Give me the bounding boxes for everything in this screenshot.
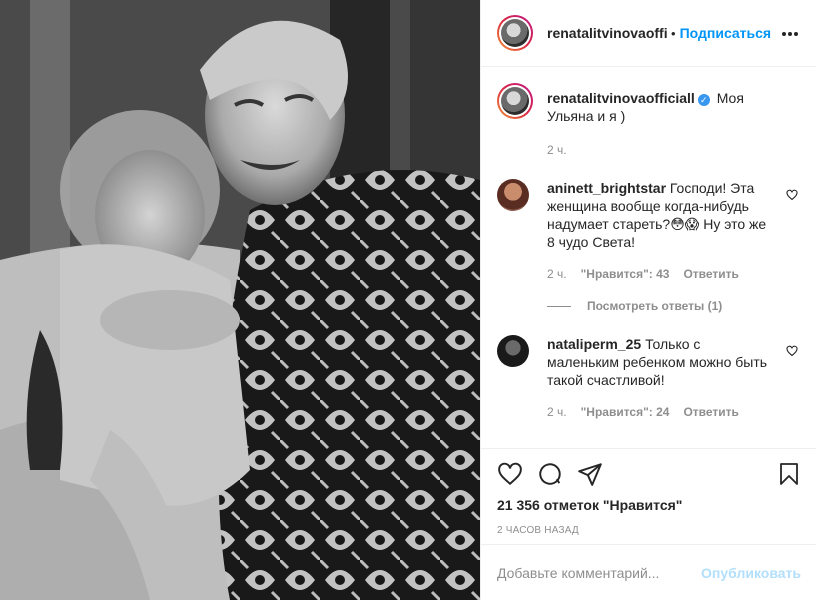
instagram-post: renatalitvinovaofficiall • Подписаться r… — [0, 0, 816, 600]
post-sidebar: renatalitvinovaofficiall • Подписаться r… — [480, 0, 816, 600]
add-comment-bar: Опубликовать — [481, 544, 816, 600]
comment-time[interactable]: 2 ч. — [547, 267, 567, 281]
caption-username[interactable]: renatalitvinovaofficiall — [547, 90, 695, 106]
comment-likes[interactable]: "Нравится": 24 — [581, 405, 670, 419]
header-username[interactable]: renatalitvinovaofficiall — [547, 25, 667, 41]
caption: renatalitvinovaofficiall ✓ Моя Ульяна и я… — [497, 83, 800, 125]
share-icon[interactable] — [577, 461, 603, 487]
commenter-avatar[interactable] — [497, 179, 529, 211]
verified-icon: ✓ — [697, 94, 710, 106]
header-dot: • — [671, 25, 676, 41]
follow-button[interactable]: Подписаться — [680, 25, 772, 41]
post-date[interactable]: 2 часов назад — [497, 525, 801, 536]
commenter-avatar[interactable] — [497, 335, 529, 367]
post-header: renatalitvinovaofficiall • Подписаться — [481, 0, 816, 67]
more-icon[interactable] — [782, 24, 798, 44]
reply-button[interactable]: Ответить — [683, 405, 738, 419]
caption-avatar[interactable] — [497, 83, 533, 119]
heart-icon[interactable] — [497, 461, 523, 487]
caption-text: renatalitvinovaofficiall ✓ Моя Ульяна и я… — [547, 83, 792, 125]
photo-image — [0, 0, 480, 600]
comment-likes[interactable]: "Нравится": 43 — [581, 267, 670, 281]
comment-heart-icon[interactable] — [786, 345, 798, 357]
comments-list[interactable]: renatalitvinovaofficiall ✓ Моя Ульяна и я… — [481, 67, 816, 457]
publish-button[interactable]: Опубликовать — [701, 565, 801, 581]
replies-divider — [547, 305, 571, 307]
comment-time[interactable]: 2 ч. — [547, 405, 567, 419]
comment-meta: 2 ч. "Нравится": 43 Ответить — [547, 267, 800, 281]
view-replies-button[interactable]: Посмотреть ответы (1) — [547, 299, 800, 313]
reply-button[interactable]: Ответить — [683, 267, 738, 281]
view-replies-label: Посмотреть ответы (1) — [587, 299, 723, 313]
comment-heart-icon[interactable] — [786, 189, 798, 201]
comment-item: aninett_brightstar Господи! Эта женщина … — [497, 179, 800, 251]
comment-icon[interactable] — [537, 461, 563, 487]
bookmark-icon[interactable] — [777, 461, 801, 487]
comment-meta: 2 ч. "Нравится": 24 Ответить — [547, 405, 800, 419]
caption-time: 2 ч. — [547, 143, 567, 157]
comment-username[interactable]: nataliperm_25 — [547, 336, 641, 352]
post-photo[interactable] — [0, 0, 480, 600]
comment-input[interactable] — [497, 564, 702, 581]
author-avatar[interactable] — [497, 15, 533, 51]
comment-item: nataliperm_25 Только с маленьким ребенко… — [497, 335, 800, 389]
likes-count[interactable]: 21 356 отметок "Нравится" — [497, 497, 801, 513]
comment-username[interactable]: aninett_brightstar — [547, 180, 666, 196]
